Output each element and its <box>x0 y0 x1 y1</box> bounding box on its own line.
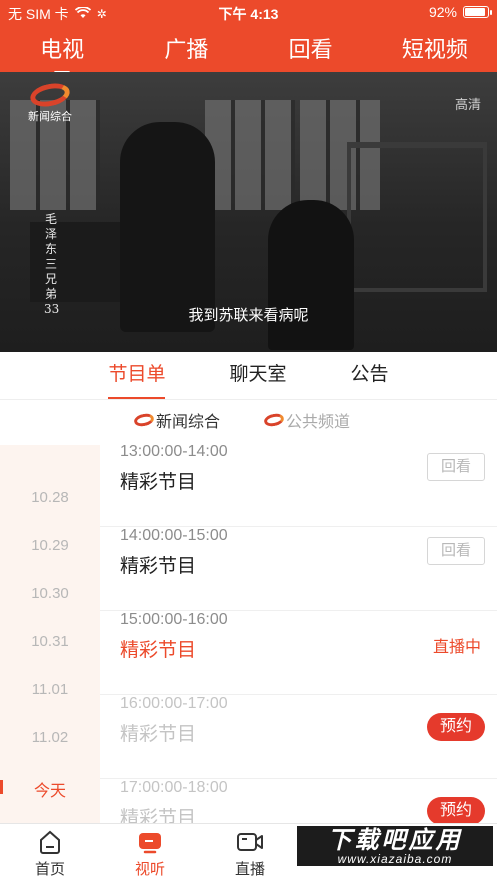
channel-logo: 新闻综合 <box>28 80 72 124</box>
program-name: 精彩节目 <box>120 724 197 745</box>
program-time: 14:00:00-15:00 <box>120 527 228 544</box>
home-icon <box>0 828 100 856</box>
program-time: 13:00:00-14:00 <box>120 443 228 460</box>
date-item[interactable]: 10.28 <box>0 489 100 506</box>
date-item[interactable]: 10.31 <box>0 633 100 650</box>
replay-button[interactable]: 回看 <box>427 453 485 481</box>
program-row[interactable]: 16:00:00-17:00 精彩节目 预约 <box>100 695 497 779</box>
program-name: 精彩节目 <box>120 640 197 661</box>
program-time: 17:00:00-18:00 <box>120 779 228 796</box>
video-subtitle: 我到苏联来看病呢 <box>188 307 309 324</box>
program-time: 15:00:00-16:00 <box>120 611 228 628</box>
nav-label: 视听 <box>134 861 165 878</box>
scene-figure <box>120 122 215 332</box>
nav-home[interactable]: 首页 <box>0 824 100 883</box>
show-title: 毛泽东三兄弟 33 <box>44 212 59 317</box>
date-item[interactable]: 11.01 <box>0 681 100 698</box>
replay-button[interactable]: 回看 <box>427 537 485 565</box>
channel-logo-text: 新闻综合 <box>28 111 72 123</box>
program-name: 精彩节目 <box>120 556 197 577</box>
nav-label: 直播 <box>234 861 265 878</box>
channel-label: 新闻综合 <box>156 414 221 431</box>
watermark-title: 下载吧应用 <box>327 827 463 854</box>
tab-schedule[interactable]: 节目单 <box>108 352 166 399</box>
status-bar: 无 SIM 卡 ✲ 下午 4:13 92% <box>0 0 497 26</box>
battery-icon <box>463 6 492 18</box>
nav-label: 首页 <box>34 861 65 878</box>
nav-media[interactable]: 视听 <box>100 824 200 883</box>
tab-replay[interactable]: 回看 <box>249 30 373 72</box>
date-item-today[interactable]: 今天 <box>0 777 100 801</box>
program-row[interactable]: 14:00:00-15:00 精彩节目 回看 <box>100 527 497 611</box>
battery-percent: 92% <box>428 4 457 20</box>
channel-logo-icon <box>132 412 156 428</box>
channel-selector: 新闻综合 公共频道 <box>0 408 497 438</box>
clock: 下午 4:13 <box>218 6 279 22</box>
tab-tv[interactable]: 电视 <box>0 30 124 74</box>
date-item[interactable]: 10.29 <box>0 537 100 554</box>
tab-announcement[interactable]: 公告 <box>351 352 389 399</box>
scene-bed <box>347 142 487 292</box>
scene-window <box>205 100 295 210</box>
reserve-button[interactable]: 预约 <box>427 713 485 741</box>
program-row[interactable]: 15:00:00-16:00 精彩节目 直播中 <box>100 611 497 695</box>
program-time: 16:00:00-17:00 <box>120 695 228 712</box>
tv-icon <box>100 828 200 856</box>
program-tabs: 节目单 聊天室 公告 <box>0 352 497 400</box>
tab-chatroom[interactable]: 聊天室 <box>229 352 286 399</box>
channel-public[interactable]: 公共频道 <box>262 408 351 432</box>
program-name: 精彩节目 <box>120 472 197 493</box>
watermark-logo: 下载吧应用 www.xiazaiba.com <box>297 826 493 866</box>
date-item[interactable]: 10.30 <box>0 585 100 602</box>
program-row[interactable]: 13:00:00-14:00 精彩节目 回看 <box>100 443 497 527</box>
watermark-url: www.xiazaiba.com <box>337 852 453 866</box>
live-status-label: 直播中 <box>432 639 481 656</box>
show-title-text: 毛泽东三兄弟 <box>44 212 57 301</box>
channel-logo-icon <box>28 80 72 110</box>
channel-label: 公共频道 <box>286 414 351 431</box>
quality-badge[interactable]: 高清 <box>455 94 481 113</box>
tab-radio[interactable]: 广播 <box>124 30 248 72</box>
date-item[interactable]: 11.02 <box>0 729 100 746</box>
scene-figure <box>268 200 354 350</box>
date-sidebar: 10.28 10.29 10.30 10.31 11.01 11.02 今天 <box>0 445 100 823</box>
reserve-button[interactable]: 预约 <box>427 797 485 825</box>
video-camera-icon <box>200 828 300 856</box>
nav-live[interactable]: 直播 <box>200 824 300 883</box>
app-header: 无 SIM 卡 ✲ 下午 4:13 92% 电视 广播 回看 短视频 <box>0 0 497 74</box>
channel-news[interactable]: 新闻综合 <box>132 408 221 432</box>
channel-logo-icon <box>262 412 286 428</box>
top-tabs: 电视 广播 回看 短视频 <box>0 30 497 74</box>
tab-short-video[interactable]: 短视频 <box>373 30 497 72</box>
video-player[interactable]: 新闻综合 高清 毛泽东三兄弟 33 我到苏联来看病呢 <box>0 72 497 352</box>
